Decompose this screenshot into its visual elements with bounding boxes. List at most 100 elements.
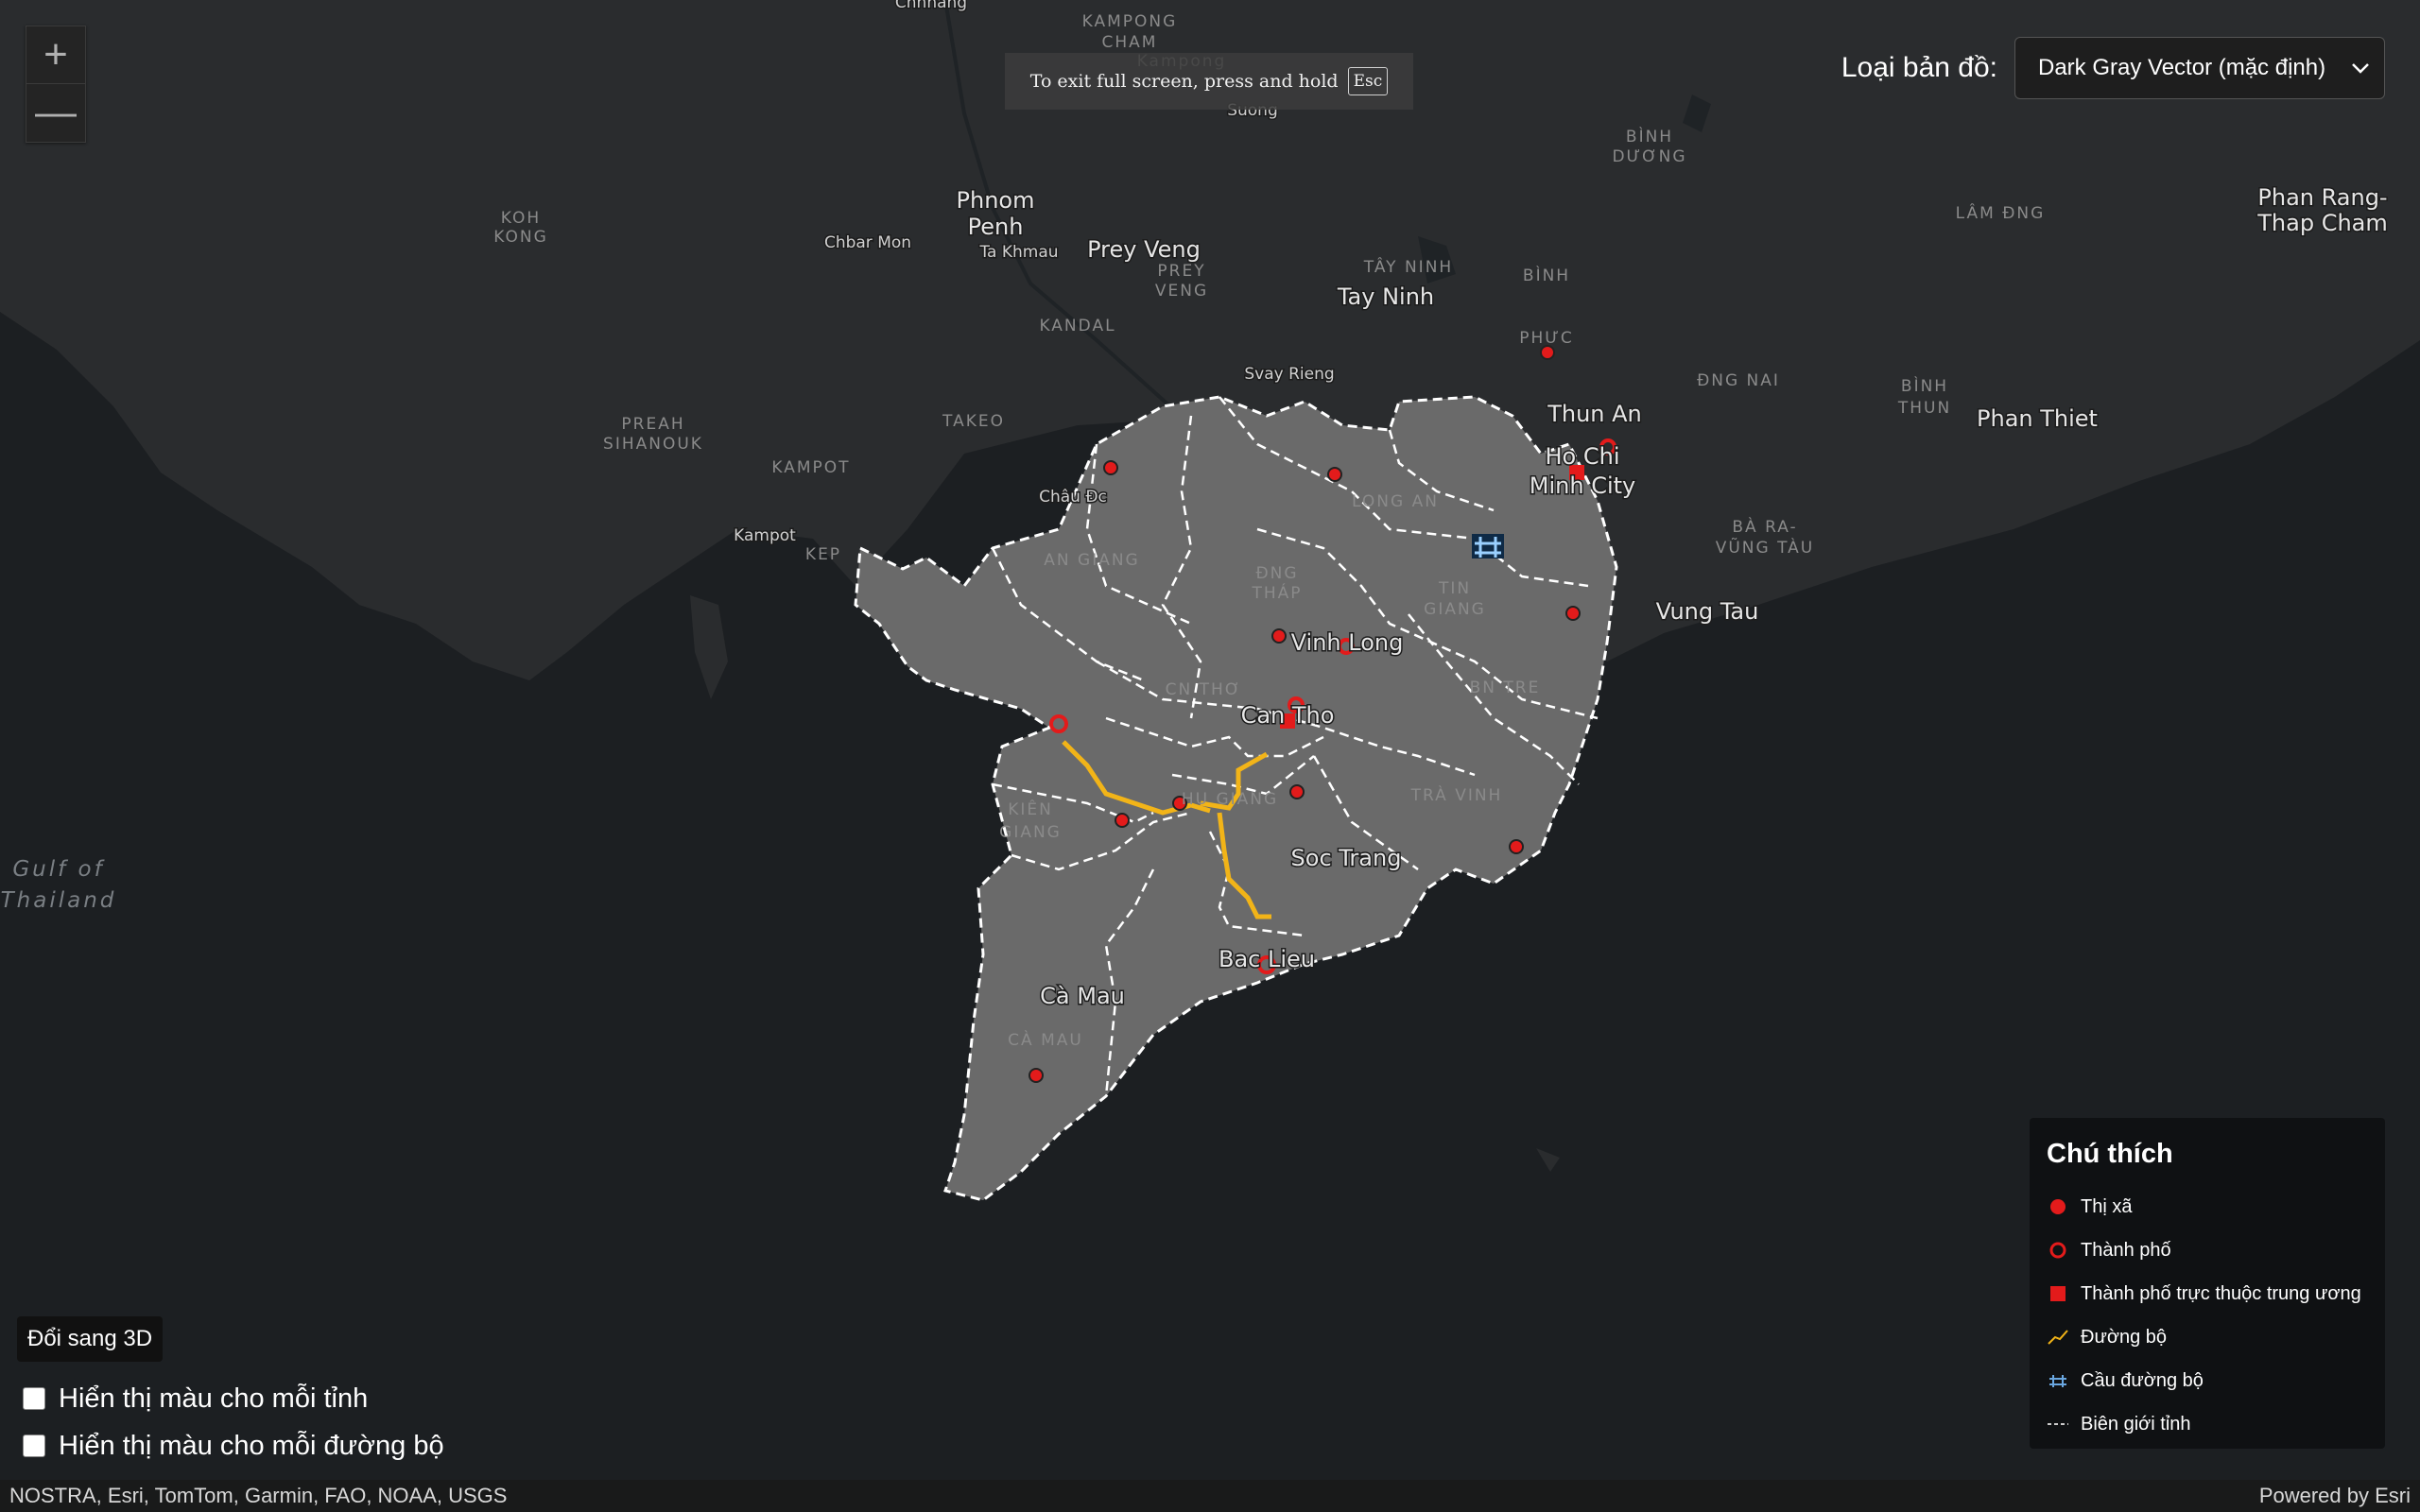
map-label-region: TÂY NINH xyxy=(1363,256,1453,277)
zoom-control: + — xyxy=(26,26,86,143)
legend-item-central-city: Thành phố trực thuộc trung ương xyxy=(2047,1272,2368,1315)
map-label-region: GIANG xyxy=(1424,600,1486,619)
color-roads-option[interactable]: Hiển thị màu cho mỗi đường bộ xyxy=(23,1422,444,1469)
map-label-region: HU GIANG xyxy=(1182,790,1278,809)
town-marker xyxy=(1509,839,1524,854)
bridge-icon[interactable] xyxy=(1472,534,1504,558)
map-label-region: KAMPONG xyxy=(1082,12,1178,31)
legend-item-town: Thị xã xyxy=(2047,1185,2368,1228)
map-label-city-large: Tay Ninh xyxy=(1337,284,1434,310)
fullscreen-notice: To exit full screen, press and hold Esc xyxy=(1005,53,1413,110)
map-label-water: Thailand xyxy=(1,888,117,913)
legend-item-border: Biên giới tỉnh xyxy=(2047,1402,2368,1446)
map-label-city-large: Phan Rang- xyxy=(2257,184,2387,211)
color-provinces-option[interactable]: Hiển thị màu cho mỗi tỉnh xyxy=(23,1375,444,1422)
map-label-region: SIHANOUK xyxy=(603,435,703,454)
map-label-city-small: Svay Rieng xyxy=(1244,365,1334,384)
map-label-city-large: Vinh Long xyxy=(1291,629,1404,656)
map-label-city-large: Soc Trang xyxy=(1291,845,1402,871)
color-roads-checkbox[interactable] xyxy=(23,1435,45,1457)
legend-panel: Chú thích Thị xã Thành phố Thành phố trự… xyxy=(2030,1118,2385,1449)
map-label-region: LÂM ĐNG xyxy=(1956,202,2046,223)
map-label-water: Gulf of xyxy=(12,857,104,882)
town-marker xyxy=(1289,784,1305,799)
map-label-city-large: Minh City xyxy=(1530,472,1635,499)
basemap-selector: Loại bản đồ: Dark Gray Vector (mặc định) xyxy=(1841,36,2385,100)
attribution-bar: NOSTRA, Esri, TomTom, Garmin, FAO, NOAA,… xyxy=(0,1480,2420,1512)
map-label-region: KOH xyxy=(501,209,541,228)
map-label-region: GIANG xyxy=(999,823,1062,842)
map-label-region: KIÊN xyxy=(1008,799,1053,819)
map-label-city-small: Kampot xyxy=(734,526,796,545)
legend-item-city: Thành phố xyxy=(2047,1228,2368,1272)
map-label-region: LONG AN xyxy=(1352,492,1439,511)
dashed-border-icon xyxy=(2047,1419,2069,1429)
map-label-region: CÀ MAU xyxy=(1008,1029,1083,1050)
map-label-region: BÌNH xyxy=(1901,375,1948,396)
map-label-region: PREY xyxy=(1157,262,1205,281)
map-label-region: TRÀ VINH xyxy=(1410,784,1503,805)
map-label-region: ĐNG xyxy=(1255,564,1298,583)
map-label-city-large: Can Tho xyxy=(1241,702,1335,729)
map-label-city-large: Bac Lieu xyxy=(1219,946,1315,972)
map-label-region: BÌNH xyxy=(1523,265,1570,285)
map-label-region: TIN xyxy=(1438,579,1471,598)
map-label-region: PREAH xyxy=(621,415,684,434)
map-label-region: KEP xyxy=(805,545,841,564)
color-provinces-checkbox[interactable] xyxy=(23,1387,45,1410)
color-roads-label: Hiển thị màu cho mỗi đường bộ xyxy=(59,1430,444,1461)
map-label-region: KANDAL xyxy=(1039,317,1115,335)
basemap-label: Loại bản đồ: xyxy=(1841,52,1997,83)
bridge-icon xyxy=(2047,1372,2069,1389)
zoom-in-button[interactable]: + xyxy=(26,26,85,83)
legend-item-label: Thành phố xyxy=(2081,1239,2171,1261)
city-ring-icon xyxy=(2047,1241,2069,1260)
map-label-city-large: Ho Chi xyxy=(1546,443,1620,470)
zoom-out-button[interactable]: — xyxy=(26,83,85,141)
legend-item-label: Đường bộ xyxy=(2081,1326,2167,1348)
legend-item-label: Cầu đường bộ xyxy=(2081,1369,2204,1391)
basemap-dropdown[interactable]: Dark Gray Vector (mặc định) xyxy=(2014,37,2385,99)
map-label-region: KAMPOT xyxy=(771,458,850,477)
legend-item-label: Thành phố trực thuộc trung ương xyxy=(2081,1282,2361,1304)
map-label-city-small: Chhnang xyxy=(895,0,967,12)
town-marker xyxy=(1565,606,1581,621)
toggle-3d-button[interactable]: Đổi sang 3D xyxy=(17,1316,164,1362)
chevron-down-icon xyxy=(2352,63,2369,74)
legend-title: Chú thích xyxy=(2047,1139,2173,1169)
legend-item-road: Đường bộ xyxy=(2047,1315,2368,1359)
map-label-city-small: Ta Khmau xyxy=(978,243,1058,262)
town-marker xyxy=(1028,1068,1044,1083)
legend-item-label: Thị xã xyxy=(2081,1195,2133,1217)
map-label-region: ĐNG NAI xyxy=(1697,371,1780,390)
map-label-city-large: Penh xyxy=(968,214,1024,240)
map-label-region: CN THƠ xyxy=(1166,680,1242,699)
map-label-city-large: Phnom xyxy=(957,187,1035,214)
attribution-sources: NOSTRA, Esri, TomTom, Garmin, FAO, NOAA,… xyxy=(9,1484,508,1507)
map-label-city-small: Châu Đc xyxy=(1039,488,1107,507)
town-marker xyxy=(1103,460,1118,475)
display-options: Hiển thị màu cho mỗi tỉnh Hiển thị màu c… xyxy=(23,1375,444,1469)
town-marker xyxy=(1327,467,1342,482)
map-label-region: DƯƠNG xyxy=(1612,147,1686,166)
map-label-city-large: Prey Veng xyxy=(1087,236,1201,263)
map-label-city-large: Phan Thiet xyxy=(1977,405,2098,432)
town-dot-icon xyxy=(2047,1197,2069,1216)
map-label-region: BN TRE xyxy=(1470,679,1541,697)
map-label-region: TAKEO xyxy=(942,412,1005,431)
town-marker xyxy=(1540,345,1555,360)
map-label-region: KONG xyxy=(493,228,548,247)
map-label-region: CHAM xyxy=(1102,33,1158,52)
town-marker xyxy=(1115,813,1130,828)
map-label-region: THUN xyxy=(1897,399,1951,418)
map-label-city-large: Thap Cham xyxy=(2256,210,2388,236)
map-label-region: THÁP xyxy=(1251,582,1302,603)
map-label-region: VENG xyxy=(1155,282,1208,301)
map-label-region: AN GIANG xyxy=(1044,551,1139,570)
map-label-region: BÌNH xyxy=(1626,126,1673,146)
central-city-square-icon xyxy=(2047,1284,2069,1303)
powered-by[interactable]: Powered by Esri xyxy=(2259,1484,2411,1508)
legend-item-label: Biên giới tỉnh xyxy=(2081,1413,2191,1435)
town-marker xyxy=(1271,628,1287,644)
map-label-city-small: Chbar Mon xyxy=(824,233,911,252)
